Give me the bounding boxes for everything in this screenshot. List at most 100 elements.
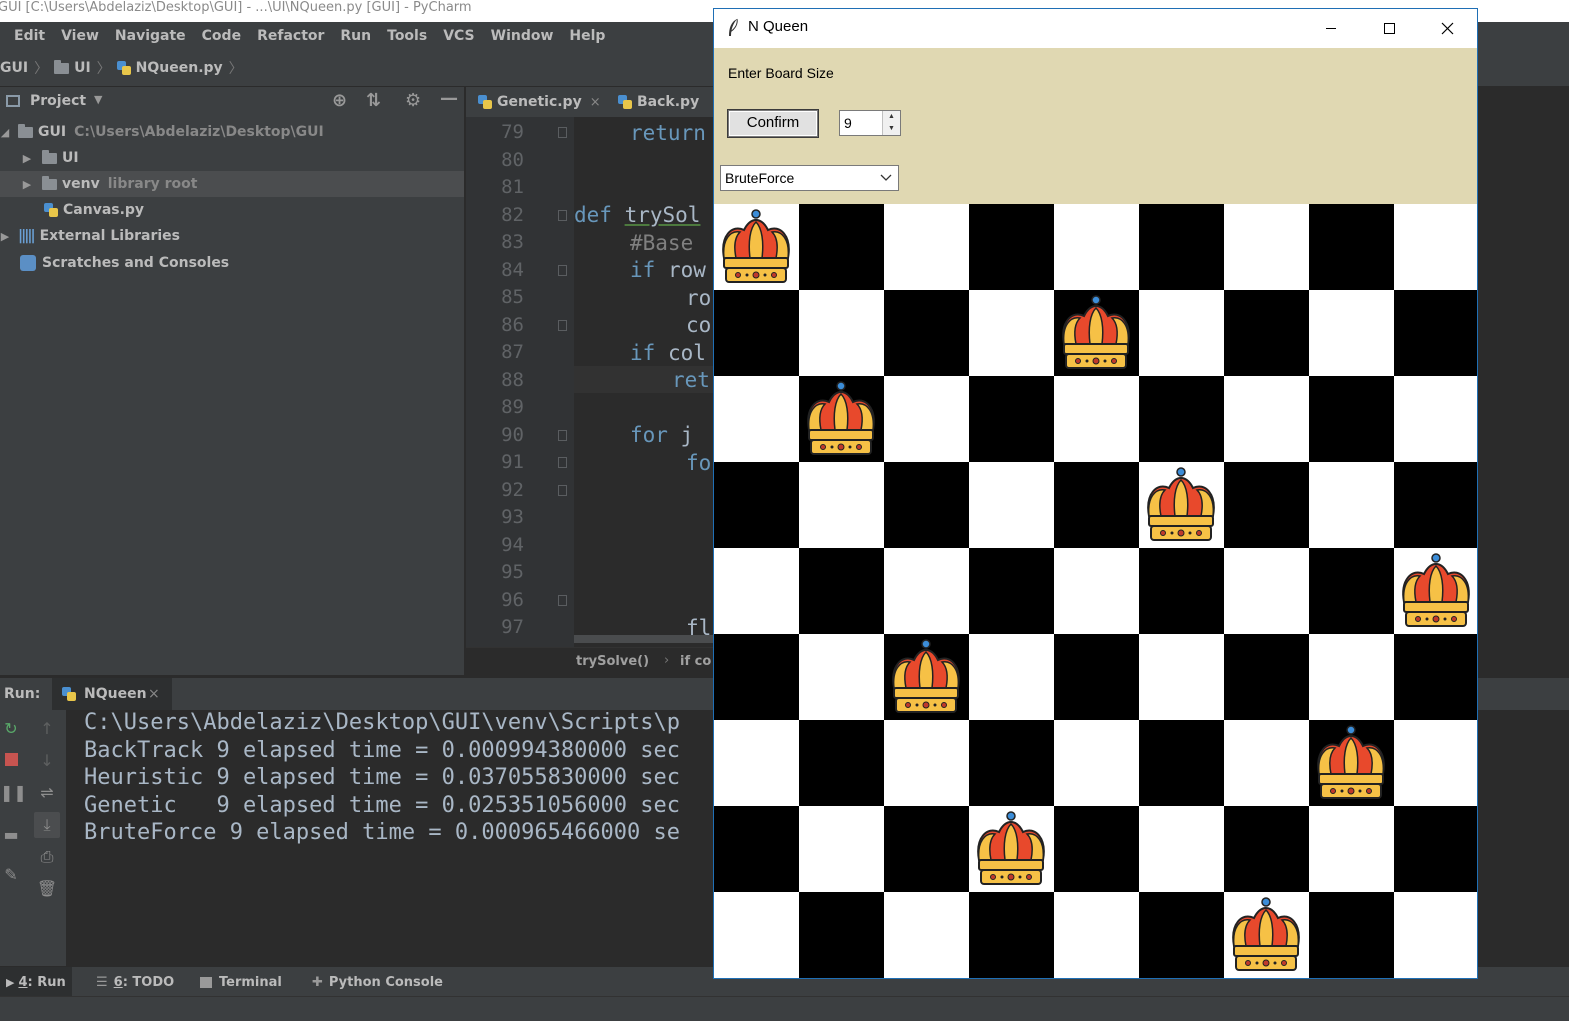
collapsed-arrow-icon[interactable]: ▶ xyxy=(0,230,12,243)
breadcrumb-statement[interactable]: if co xyxy=(680,654,711,669)
tab-back-py[interactable]: Back.py xyxy=(618,87,699,117)
arrow-down-icon[interactable]: ↓ xyxy=(36,750,58,772)
board-cell xyxy=(1139,204,1224,290)
board-cell xyxy=(1139,548,1224,634)
board-cell xyxy=(1054,204,1139,290)
tree-item-scratches[interactable]: Scratches and Consoles xyxy=(0,250,464,276)
tool-tab-label: : Run xyxy=(27,974,66,990)
menu-help[interactable]: Help xyxy=(569,28,605,44)
close-icon[interactable]: × xyxy=(590,95,601,110)
board-cell xyxy=(1309,892,1394,978)
spin-down-arrow-icon[interactable]: ▼ xyxy=(882,123,900,135)
close-button[interactable] xyxy=(1418,9,1476,48)
menu-vcs[interactable]: VCS xyxy=(443,28,474,44)
fold-marker-icon[interactable] xyxy=(558,594,567,606)
tree-item-label: Scratches and Consoles xyxy=(42,255,230,271)
pause-icon[interactable]: ❚❚ xyxy=(0,782,27,804)
tab-genetic-py[interactable]: Genetic.py × xyxy=(478,87,601,117)
breadcrumb-item-gui[interactable]: GUI xyxy=(0,60,28,76)
project-panel-title[interactable]: Project xyxy=(30,93,86,109)
breadcrumb-separator: 〉 xyxy=(34,61,49,77)
breadcrumb-function[interactable]: trySolve() xyxy=(576,654,649,669)
chevron-down-icon[interactable]: ▼ xyxy=(94,93,102,106)
code-editor[interactable]: return def trySol #Base if row ro co if … xyxy=(574,117,714,647)
menu-window[interactable]: Window xyxy=(491,28,554,44)
board-cell xyxy=(969,548,1054,634)
fold-marker-icon[interactable] xyxy=(558,264,567,276)
chevron-down-icon[interactable] xyxy=(880,166,892,198)
menu-code[interactable]: Code xyxy=(202,28,241,44)
tool-tab-run[interactable]: ▶ 4 : Run xyxy=(0,967,72,997)
line-number: 82 xyxy=(501,203,524,226)
layout-icon[interactable]: ▬ xyxy=(0,824,22,846)
confirm-button[interactable]: Confirm xyxy=(728,110,818,137)
menu-view[interactable]: View xyxy=(61,28,99,44)
collapsed-arrow-icon[interactable]: ▶ xyxy=(20,152,34,165)
stop-icon[interactable] xyxy=(0,750,22,772)
menu-tools[interactable]: Tools xyxy=(387,28,427,44)
breadcrumb-item-ui[interactable]: UI xyxy=(74,60,91,76)
tool-tab-python-console[interactable]: ✚ Python Console xyxy=(312,967,443,997)
python-console-icon: ✚ xyxy=(312,974,323,990)
breadcrumb-item-nqueen[interactable]: NQueen.py xyxy=(136,60,223,76)
collapse-all-icon[interactable]: ⇅ xyxy=(366,90,381,111)
tree-item-external-libraries[interactable]: ▶ ||||| External Libraries xyxy=(0,223,464,249)
locate-icon[interactable]: ⊕ xyxy=(332,90,347,111)
hide-panel-icon[interactable]: — xyxy=(440,88,458,109)
fold-marker-icon[interactable] xyxy=(558,484,567,496)
tool-tab-todo[interactable]: ☰ 6 : TODO xyxy=(96,967,174,997)
tree-item-venv[interactable]: ▶ venv library root xyxy=(0,171,464,197)
window-title: N Queen xyxy=(748,18,809,35)
fold-marker-icon[interactable] xyxy=(558,457,567,468)
board-cell xyxy=(1054,720,1139,806)
maximize-button[interactable] xyxy=(1360,9,1418,48)
board-cell xyxy=(1139,720,1224,806)
menu-run[interactable]: Run xyxy=(340,28,371,44)
menu-edit[interactable]: Edit xyxy=(14,28,45,44)
status-bar xyxy=(0,996,1569,1021)
tab-label: Genetic.py xyxy=(497,94,582,110)
close-icon[interactable]: × xyxy=(148,686,160,702)
run-icon: ▶ xyxy=(6,975,15,989)
board-cell-queen xyxy=(1139,462,1224,548)
arrow-up-icon[interactable]: ↑ xyxy=(36,718,58,740)
algorithm-select[interactable]: BruteForce xyxy=(720,165,899,191)
fold-marker-icon[interactable] xyxy=(558,209,567,221)
fold-marker-icon[interactable] xyxy=(558,127,567,138)
tree-item-ui[interactable]: ▶ UI xyxy=(0,145,464,171)
code-token: return xyxy=(630,121,706,145)
fold-marker-icon[interactable] xyxy=(558,319,567,331)
code-comment: #Base xyxy=(630,231,694,255)
horizontal-scrollbar[interactable] xyxy=(574,635,714,643)
pin-icon[interactable]: ✎ xyxy=(0,864,22,886)
queen-icon xyxy=(722,209,790,283)
soft-wrap-icon[interactable]: ⇌ xyxy=(36,782,58,804)
tree-item-canvas-py[interactable]: Canvas.py xyxy=(0,197,464,223)
board-size-spinbox[interactable]: 9 ▲ ▼ xyxy=(839,110,901,136)
menu-refactor[interactable]: Refactor xyxy=(257,28,324,44)
fold-marker-icon[interactable] xyxy=(558,429,567,441)
tool-tab-terminal[interactable]: Terminal xyxy=(200,967,282,997)
python-file-icon xyxy=(478,95,492,109)
project-panel-header: Project ▼ ⊕ ⇅ ⚙ — xyxy=(0,87,464,117)
collapsed-arrow-icon[interactable]: ▶ xyxy=(20,178,34,191)
code-token: co xyxy=(686,313,712,337)
scroll-to-end-icon[interactable]: ⤓ xyxy=(34,812,60,838)
line-number: 95 xyxy=(501,561,524,583)
board-size-value: 9 xyxy=(844,115,852,131)
tree-item-gui[interactable]: ◢ GUI C:\Users\Abdelaziz\Desktop\GUI xyxy=(0,119,464,145)
code-token: col xyxy=(655,341,706,365)
board-cell xyxy=(969,204,1054,290)
print-icon[interactable]: ⎙ xyxy=(36,846,58,868)
run-tab-nqueen[interactable]: NQueen × xyxy=(52,678,172,711)
board-cell xyxy=(1054,806,1139,892)
menu-navigate[interactable]: Navigate xyxy=(115,28,186,44)
gear-icon[interactable]: ⚙ xyxy=(405,90,421,111)
board-cell xyxy=(1394,806,1477,892)
trash-icon[interactable]: 🗑 xyxy=(36,878,58,900)
rerun-icon[interactable]: ↻ xyxy=(0,718,22,740)
spin-up-arrow-icon[interactable]: ▲ xyxy=(882,111,900,123)
minimize-button[interactable] xyxy=(1302,9,1360,48)
expanded-arrow-icon[interactable]: ◢ xyxy=(0,126,12,139)
board-cell xyxy=(799,548,884,634)
